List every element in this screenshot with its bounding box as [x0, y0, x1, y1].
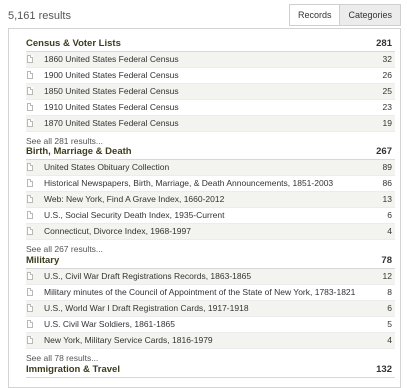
collection-count: 23 [382, 102, 392, 112]
collection-row[interactable]: U.S., Civil War Draft Registrations Reco… [26, 269, 395, 285]
collection-row[interactable]: Historical Newspapers, Birth, Marriage, … [26, 176, 395, 192]
collection-count: 32 [382, 54, 392, 64]
results-count: 5,161 results [8, 10, 71, 22]
collection-link[interactable]: 1910 United States Federal Census [44, 102, 179, 112]
document-icon [27, 71, 33, 79]
collection-link[interactable]: U.S., World War I Draft Registration Car… [44, 303, 249, 313]
categories-panel: Census & Voter Lists 281 1860 United Sta… [8, 28, 401, 388]
document-icon [27, 103, 33, 111]
document-icon [27, 336, 33, 344]
collection-count: 6 [387, 210, 392, 220]
collection-count: 12 [382, 271, 392, 281]
document-icon [27, 195, 33, 203]
collection-row[interactable]: U.S., World War I Draft Registration Car… [26, 301, 395, 317]
collection-row[interactable]: Connecticut, Divorce Index, 1968-1997 4 [26, 224, 395, 240]
collection-count: 89 [382, 162, 392, 172]
collection-row[interactable]: Web: New York, Find A Grave Index, 1660-… [26, 192, 395, 208]
collection-row[interactable]: U.S., Social Security Death Index, 1935-… [26, 208, 395, 224]
collection-link[interactable]: Military minutes of the Council of Appoi… [44, 287, 355, 297]
collection-link[interactable]: U.S., Civil War Draft Registrations Reco… [44, 271, 251, 281]
collection-link[interactable]: 1850 United States Federal Census [44, 86, 179, 96]
collection-link[interactable]: 1900 United States Federal Census [44, 70, 179, 80]
collection-link[interactable]: U.S., Social Security Death Index, 1935-… [44, 210, 224, 220]
document-icon [27, 55, 33, 63]
collection-row[interactable]: U.S. Civil War Soldiers, 1861-1865 5 [26, 317, 395, 333]
section-title: Military [26, 255, 60, 266]
section-title: Census & Voter Lists [26, 38, 121, 49]
collection-count: 25 [382, 86, 392, 96]
collection-row[interactable]: 1870 United States Federal Census 19 [26, 116, 395, 132]
document-icon [27, 179, 33, 187]
collection-count: 13 [382, 194, 392, 204]
collection-link[interactable]: Web: New York, Find A Grave Index, 1660-… [44, 194, 224, 204]
collection-link[interactable]: Connecticut, Divorce Index, 1968-1997 [44, 226, 191, 236]
category-section-census: Census & Voter Lists 281 1860 United Sta… [26, 35, 395, 148]
collection-row[interactable]: Military minutes of the Council of Appoi… [26, 285, 395, 301]
section-count: 132 [376, 364, 392, 375]
section-count: 267 [376, 146, 392, 157]
results-toolbar: 5,161 results Records Categories [0, 0, 407, 30]
section-count: 78 [381, 255, 392, 266]
collection-row[interactable]: 1910 United States Federal Census 23 [26, 100, 395, 116]
collection-count: 8 [387, 287, 392, 297]
tab-records[interactable]: Records [288, 4, 341, 26]
collection-count: 19 [382, 118, 392, 128]
collection-row[interactable]: United States Obituary Collection 89 [26, 160, 395, 176]
document-icon [27, 163, 33, 171]
collection-link[interactable]: Historical Newspapers, Birth, Marriage, … [44, 178, 333, 188]
collection-link[interactable]: U.S. Civil War Soldiers, 1861-1865 [44, 319, 175, 329]
collection-count: 5 [387, 319, 392, 329]
document-icon [27, 304, 33, 312]
collection-count: 26 [382, 70, 392, 80]
section-header[interactable]: Birth, Marriage & Death 267 [26, 143, 395, 160]
document-icon [27, 87, 33, 95]
section-header[interactable]: Census & Voter Lists 281 [26, 35, 395, 52]
collection-row[interactable]: 1900 United States Federal Census 26 [26, 68, 395, 84]
document-icon [27, 211, 33, 219]
tab-categories[interactable]: Categories [340, 4, 401, 26]
document-icon [27, 288, 33, 296]
collection-link[interactable]: United States Obituary Collection [44, 162, 169, 172]
document-icon [27, 320, 33, 328]
section-header[interactable]: Military 78 [26, 252, 395, 269]
category-section-immigration-travel: Immigration & Travel 132 [26, 361, 395, 378]
collection-link[interactable]: 1870 United States Federal Census [44, 118, 179, 128]
collection-count: 86 [382, 178, 392, 188]
collection-link[interactable]: New York, Military Service Cards, 1816-1… [44, 335, 213, 345]
collection-count: 4 [387, 335, 392, 345]
document-icon [27, 272, 33, 280]
collection-row[interactable]: New York, Military Service Cards, 1816-1… [26, 333, 395, 349]
collection-row[interactable]: 1860 United States Federal Census 32 [26, 52, 395, 68]
collection-row[interactable]: 1850 United States Federal Census 25 [26, 84, 395, 100]
category-section-military: Military 78 U.S., Civil War Draft Regist… [26, 252, 395, 365]
view-tabs: Records Categories [288, 4, 401, 26]
section-title: Birth, Marriage & Death [26, 146, 132, 157]
document-icon [27, 119, 33, 127]
section-title: Immigration & Travel [26, 364, 120, 375]
collection-link[interactable]: 1860 United States Federal Census [44, 54, 179, 64]
category-section-birth-marriage-death: Birth, Marriage & Death 267 United State… [26, 143, 395, 256]
section-header[interactable]: Immigration & Travel 132 [26, 361, 395, 378]
collection-count: 6 [387, 303, 392, 313]
document-icon [27, 227, 33, 235]
section-count: 281 [376, 38, 392, 49]
collection-count: 4 [387, 226, 392, 236]
